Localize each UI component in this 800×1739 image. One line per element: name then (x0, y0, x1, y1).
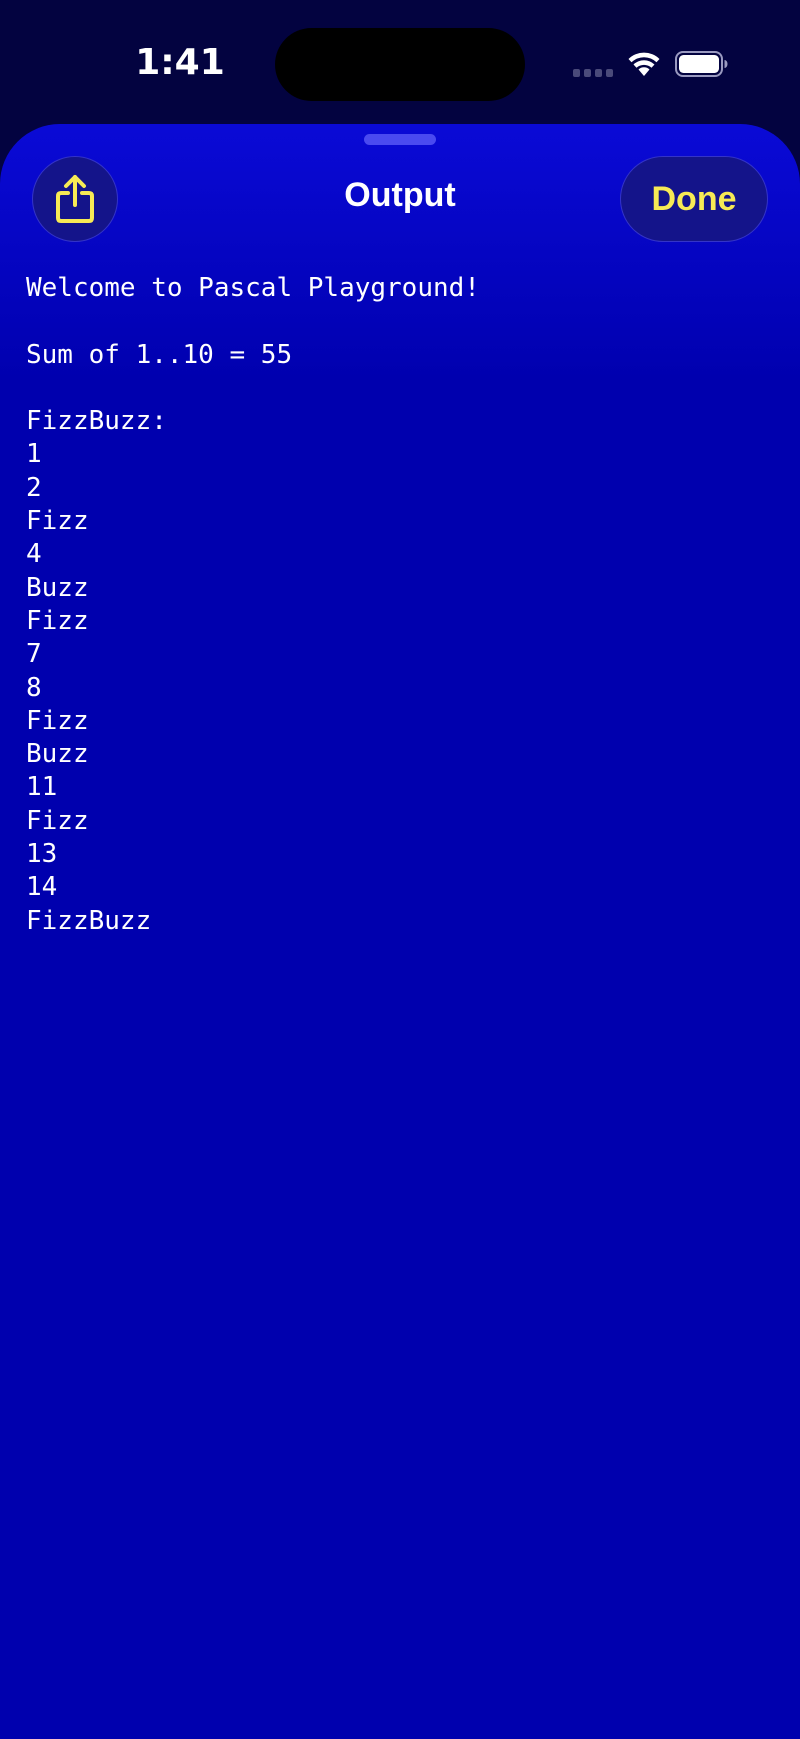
output-line: FizzBuzz: (26, 406, 167, 437)
sheet-grabber[interactable] (364, 134, 436, 145)
console-output: Welcome to Pascal Playground! Sum of 1..1… (26, 272, 766, 938)
output-sheet: Output Done Welcome to Pascal Playground… (0, 124, 800, 1739)
output-line: 1 (26, 439, 42, 470)
share-icon (56, 175, 94, 223)
output-line: Fizz (26, 805, 89, 836)
output-line: Buzz (26, 572, 89, 603)
output-line: 11 (26, 772, 58, 803)
sheet-title: Output (344, 176, 456, 214)
output-line: Fizz (26, 705, 89, 736)
output-line: 8 (26, 672, 42, 703)
output-line: Welcome to Pascal Playground! (26, 273, 480, 303)
output-line: 13 (26, 839, 58, 870)
output-line: Sum of 1..10 = 55 (26, 339, 293, 370)
dynamic-island (275, 28, 525, 101)
output-line: FizzBuzz (26, 905, 152, 936)
output-line: 7 (26, 639, 42, 670)
output-line: 4 (26, 539, 42, 570)
status-bar: 1:41 (0, 0, 800, 120)
done-button[interactable]: Done (620, 156, 768, 242)
output-line: 14 (26, 872, 58, 903)
screen: 1:41 Output Done Welcome to Pascal Playg… (0, 0, 800, 1739)
output-line: Buzz (26, 739, 89, 770)
share-button[interactable] (32, 156, 118, 242)
output-line: 2 (26, 472, 42, 503)
wifi-icon (628, 52, 660, 76)
battery-icon (675, 51, 728, 77)
cellular-signal-icon (573, 69, 613, 79)
output-line: Fizz (26, 506, 89, 537)
status-time: 1:41 (135, 42, 225, 83)
output-line: Fizz (26, 605, 89, 636)
